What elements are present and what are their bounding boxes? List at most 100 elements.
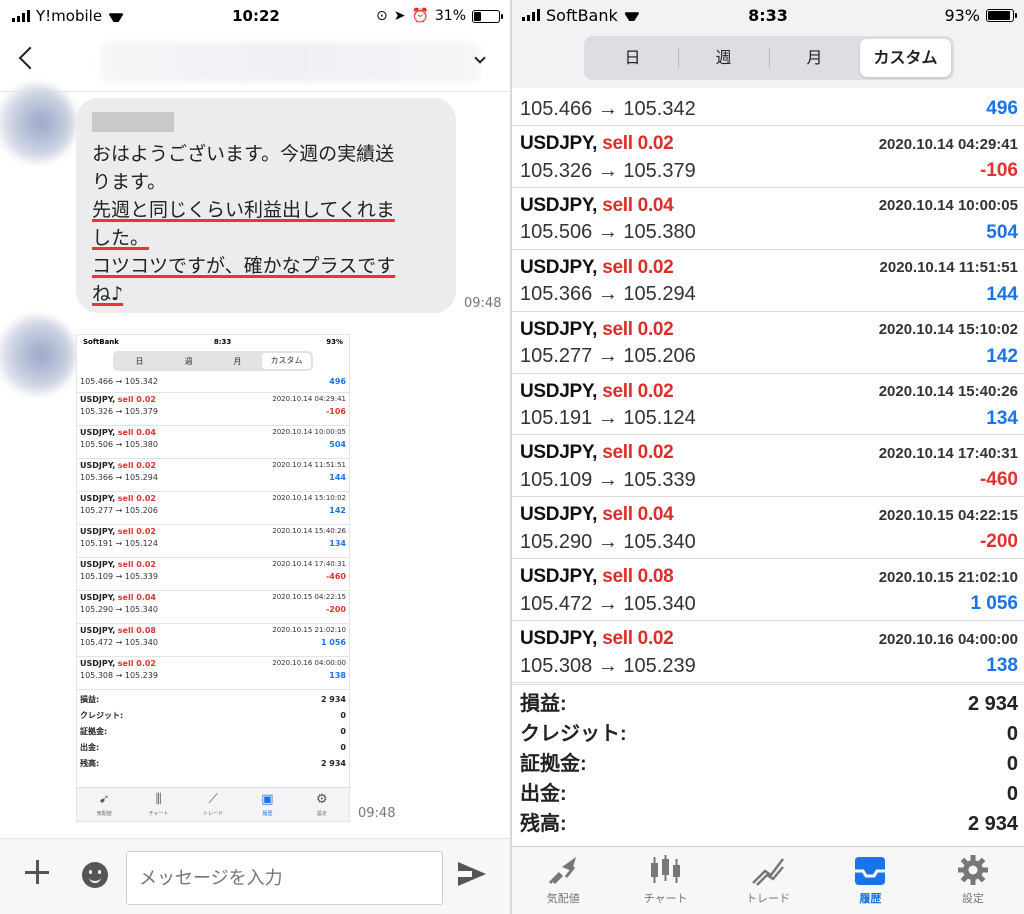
avatar[interactable] — [0, 84, 76, 162]
trade-side: sell 0.02 — [602, 628, 674, 650]
tab-trade[interactable]: トレード — [717, 847, 819, 914]
trade-header: USDJPY, sell 0.02 2020.10.14 04:29:41 — [520, 130, 1018, 158]
message-line-underlined: ね♪ — [92, 283, 124, 305]
trade-header: USDJPY, sell 0.02 2020.10.14 11:51:51 — [520, 254, 1018, 282]
mini-summary: 損益: 2 934 クレジット: 0 証拠金: 0 出金: 0 残高: 2 934 — [77, 690, 349, 774]
trade-date: 2020.10.14 11:51:51 — [879, 259, 1018, 277]
trade-side: sell 0.04 — [602, 504, 674, 526]
avatar[interactable] — [0, 316, 76, 394]
trade-row[interactable]: USDJPY, sell 0.02 2020.10.16 04:00:00 105.… — [512, 621, 1024, 684]
trade-instrument: USDJPY, sell 0.02 — [520, 256, 674, 279]
mini-trade-instrument: USDJPY, sell 0.02 — [80, 494, 156, 503]
mini-trade-profit: 144 — [329, 473, 346, 482]
send-icon[interactable] — [458, 862, 486, 886]
trade-profit: 1 056 — [970, 593, 1018, 615]
tab-label: トレード — [746, 892, 791, 905]
tab-settings[interactable]: 設定 — [922, 847, 1024, 914]
mini-summary-label: 出金: — [80, 743, 100, 752]
trade-profit: -460 — [979, 469, 1018, 491]
mini-trade-date: 2020.10.14 11:51:51 — [272, 461, 346, 469]
trade-row[interactable]: USDJPY, sell 0.02 2020.10.14 04:29:41 105.… — [512, 126, 1024, 188]
mini-summary-label: 損益: — [80, 695, 100, 704]
mini-trade-symbol: USDJPY, — [80, 494, 116, 503]
mini-trade-row: USDJPY, sell 0.04 2020.10.14 10:00:05 105.… — [77, 426, 349, 459]
shared-image[interactable]: SoftBank 8:33 93% 日 週 月 カスタム 105.466 → 1… — [76, 334, 350, 822]
segment-day[interactable]: 日 — [587, 39, 678, 77]
mini-battery: 93% — [326, 338, 343, 346]
mini-trade-list: 105.466 → 105.342 496 USDJPY, sell 0.02 20… — [77, 375, 349, 690]
segment-custom[interactable]: カスタム — [860, 39, 951, 77]
trade-history-list[interactable]: 105.466 → 105.342 496 USDJPY, sell 0.02 2… — [512, 88, 1024, 684]
plus-icon[interactable] — [24, 859, 50, 885]
trade-symbol: USDJPY, — [520, 504, 598, 526]
trade-row[interactable]: USDJPY, sell 0.02 2020.10.14 11:51:51 105.… — [512, 250, 1024, 312]
segment-week[interactable]: 週 — [678, 39, 769, 77]
mini-trade-symbol: USDJPY, — [80, 461, 116, 470]
mini-chart-icon: ⫼ — [155, 792, 162, 807]
trade-date: 2020.10.14 17:40:31 — [878, 444, 1018, 462]
trade-row[interactable]: 105.466 → 105.342 496 — [512, 88, 1024, 126]
mini-trade-date: 2020.10.15 04:22:15 — [272, 593, 346, 601]
mini-trade-side: sell 0.02 — [117, 461, 156, 470]
trade-instrument: USDJPY, sell 0.08 — [520, 566, 674, 588]
mini-trade-prices: 105.366 → 105.294 — [80, 473, 158, 482]
message-time: 09:48 — [464, 296, 502, 311]
tab-chart[interactable]: チャート — [614, 847, 716, 914]
tab-quotes[interactable]: 気配値 — [512, 847, 614, 914]
mini-summary-value: 0 — [340, 743, 346, 752]
trade-row[interactable]: USDJPY, sell 0.08 2020.10.15 21:02:10 105.… — [512, 559, 1024, 622]
trade-profit: 504 — [986, 221, 1018, 243]
mini-tab: ➹ 気配値 — [77, 788, 131, 821]
segment-month[interactable]: 月 — [769, 39, 860, 77]
summary-row: クレジット: 0 — [520, 719, 1018, 749]
trade-symbol: USDJPY, — [520, 566, 598, 588]
mini-trade-profit: -200 — [325, 605, 346, 614]
mini-trade-side: sell 0.02 — [117, 560, 156, 569]
mini-trade-prices: 105.191 → 105.124 — [80, 539, 158, 548]
trade-instrument: USDJPY, sell 0.04 — [520, 504, 674, 526]
trade-profit: 144 — [986, 283, 1018, 305]
mini-summary-value: 0 — [340, 727, 346, 736]
tab-history[interactable]: 履歴 — [819, 847, 921, 914]
emoji-icon[interactable] — [82, 862, 108, 888]
trade-prices: 105.466 → 105.342 — [520, 97, 696, 120]
trade-prices: 105.366 → 105.294 — [520, 283, 696, 306]
summary-label: クレジット: — [520, 723, 627, 745]
mini-trade-icon: ⟋ — [208, 792, 218, 807]
trade-prices: 105.109 → 105.339 — [520, 468, 696, 491]
trade-profit: -106 — [979, 160, 1018, 181]
carrier-label: Y!mobile — [36, 7, 103, 25]
account-summary: 損益: 2 934 クレジット: 0 証拠金: 0 出金: 0 残高: 2 934 — [512, 684, 1024, 846]
trade-side: sell 0.02 — [602, 256, 674, 278]
summary-value: 0 — [1006, 723, 1018, 745]
mini-trade-side: sell 0.04 — [117, 428, 156, 437]
message-input[interactable] — [126, 851, 443, 905]
mini-trade-side: sell 0.02 — [117, 527, 156, 536]
mini-trade-symbol: USDJPY, — [80, 593, 116, 602]
trade-row[interactable]: USDJPY, sell 0.04 2020.10.15 04:22:15 105.… — [512, 497, 1024, 560]
mini-tab: ⫼ チャート — [131, 788, 185, 821]
trade-row[interactable]: USDJPY, sell 0.02 2020.10.14 15:10:02 105.… — [512, 312, 1024, 374]
mini-trade-date: 2020.10.14 10:00:05 — [272, 428, 346, 436]
trade-row[interactable]: USDJPY, sell 0.02 2020.10.14 15:40:26 105.… — [512, 374, 1024, 436]
period-segment-control: 日 週 月 カスタム — [584, 36, 954, 80]
mini-seg-month: 月 — [233, 356, 242, 366]
back-icon[interactable] — [18, 46, 42, 70]
mini-trade-prices: 105.290 → 105.340 — [80, 605, 158, 614]
message-line-underlined: 先週と同じくらい利益出してくれま — [92, 199, 395, 221]
mini-trade-symbol: USDJPY, — [80, 560, 116, 569]
mini-trade-side: sell 0.02 — [117, 494, 156, 503]
signal-icon — [522, 9, 540, 21]
trade-row[interactable]: USDJPY, sell 0.04 2020.10.14 10:00:05 105.… — [512, 188, 1024, 250]
summary-row: 証拠金: 0 — [520, 749, 1018, 779]
mini-trade-side: sell 0.02 — [117, 659, 156, 668]
battery-percent: 31% — [434, 8, 466, 24]
mini-trade-prices: 105.277 → 105.206 — [80, 506, 158, 515]
mini-trade-header: USDJPY, sell 0.04 2020.10.14 10:00:05 — [80, 428, 346, 437]
trade-prices: 105.290 → 105.340 — [520, 530, 696, 553]
message-bubble: おはようございます。今週の実績送 ります。 先週と同じくらい利益出してくれま し… — [76, 98, 456, 313]
mini-carrier: SoftBank — [83, 338, 119, 346]
trade-row[interactable]: USDJPY, sell 0.02 2020.10.14 17:40:31 105.… — [512, 435, 1024, 498]
trade-instrument: USDJPY, sell 0.02 — [520, 381, 674, 403]
carrier-label: SoftBank — [546, 5, 618, 25]
